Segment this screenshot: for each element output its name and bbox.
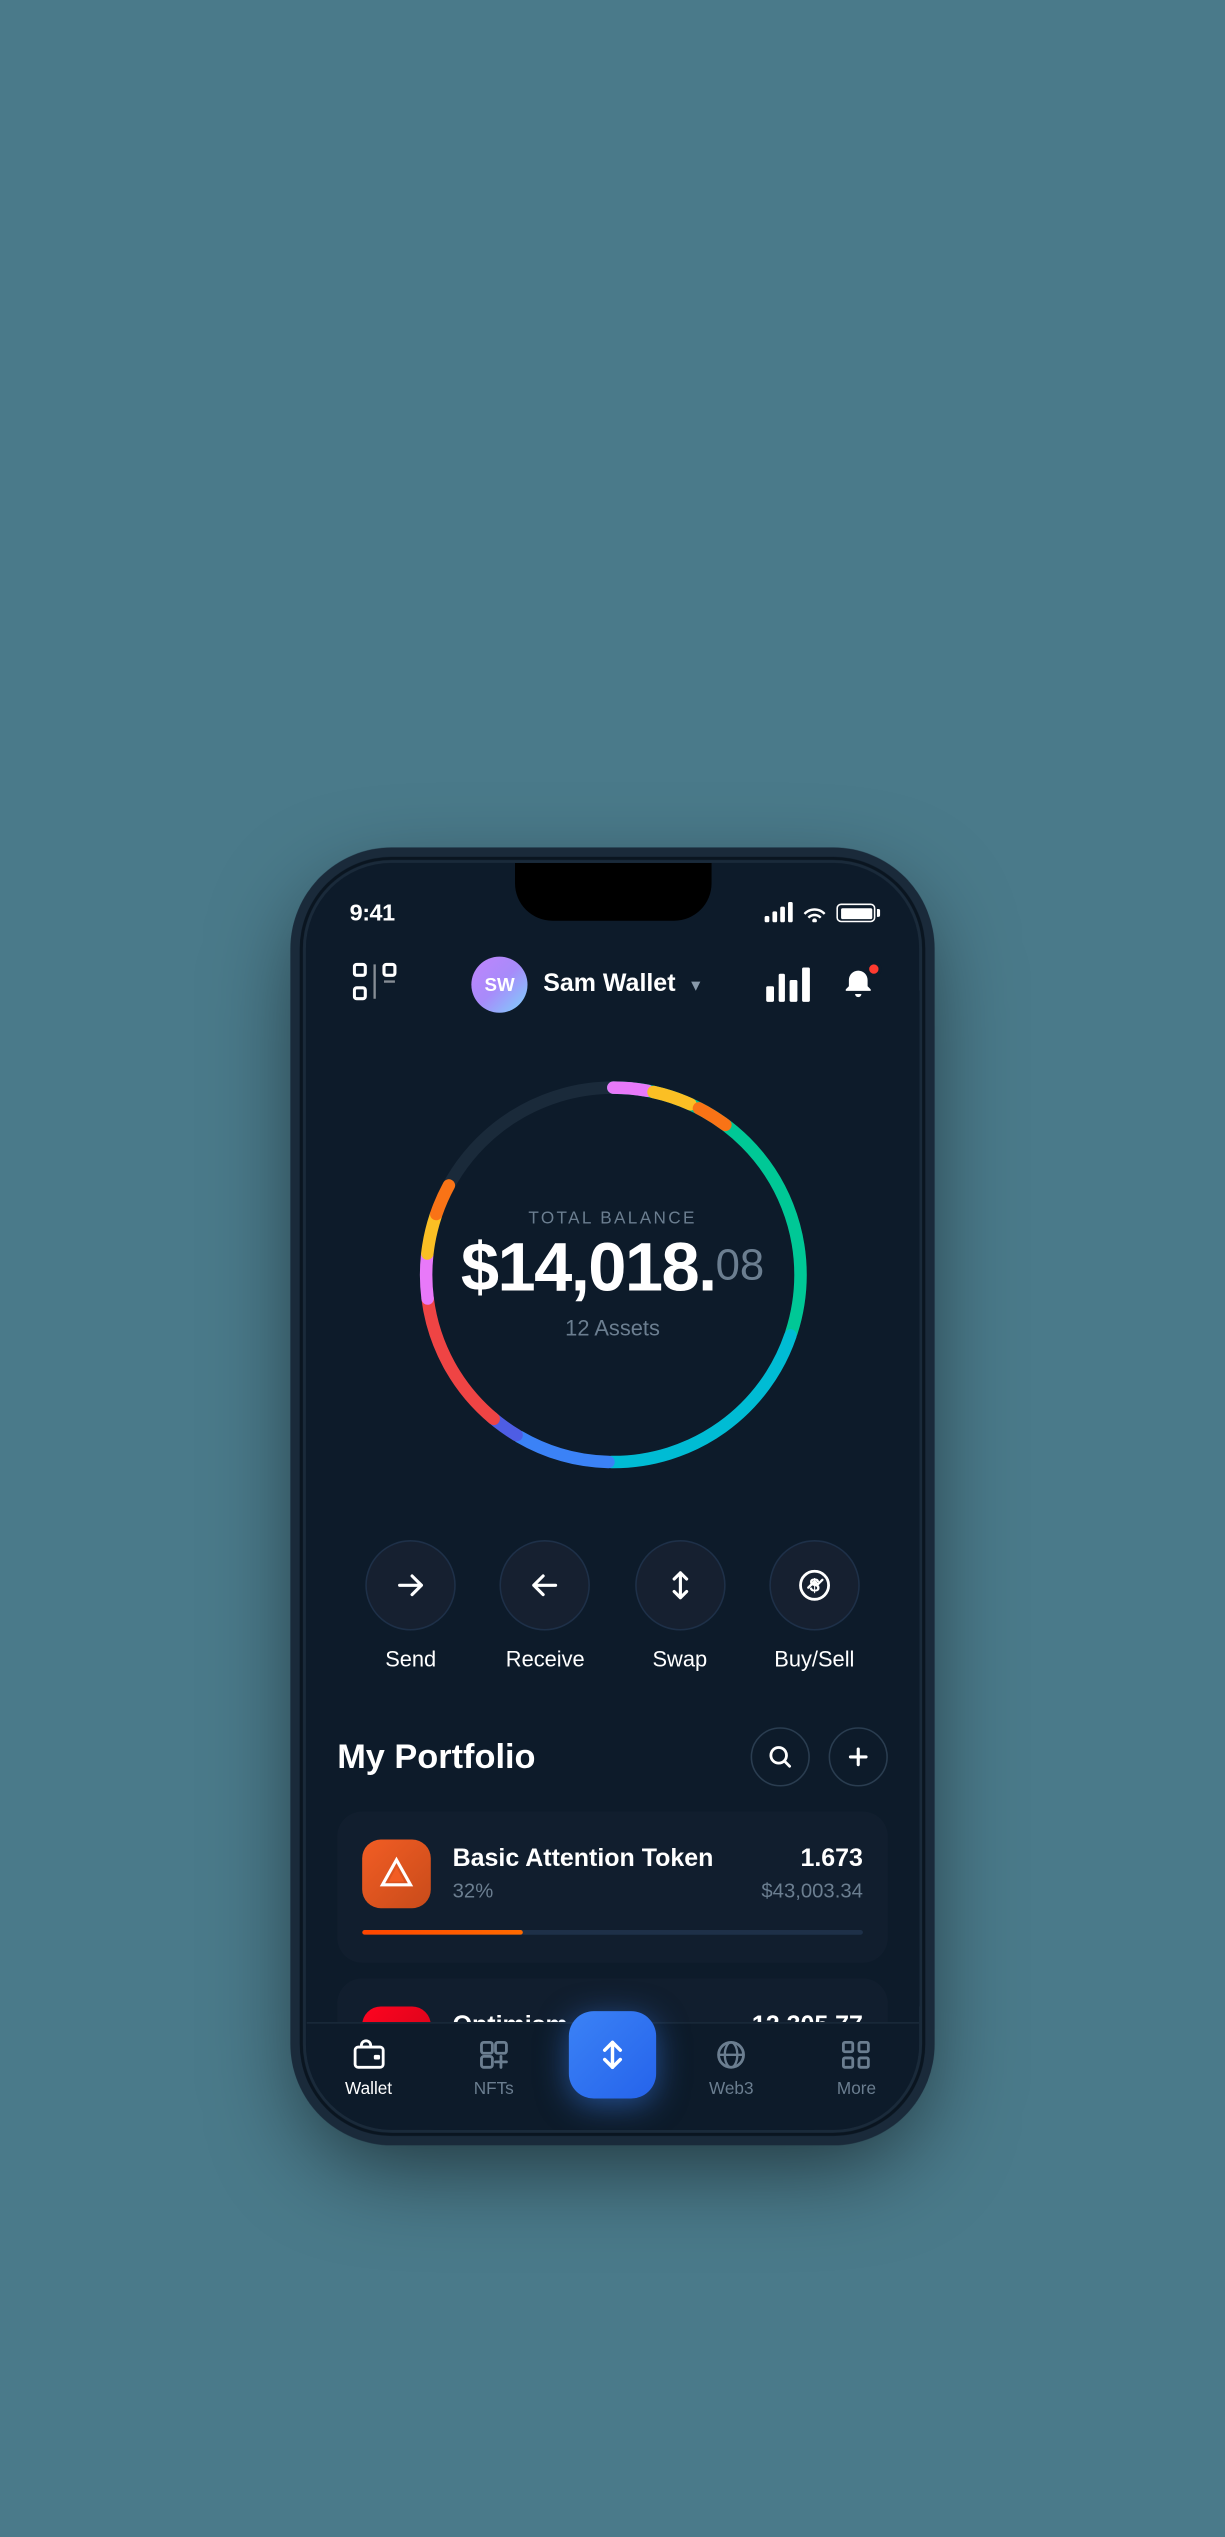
notification-dot: [866, 961, 882, 977]
header: SW Sam Wallet ▾: [306, 941, 919, 1041]
send-icon-circle: [365, 1540, 455, 1630]
portfolio-actions: [751, 1727, 888, 1786]
wallet-name: Sam Wallet: [543, 970, 675, 998]
bat-usd: $43,003.34: [761, 1878, 863, 1901]
nav-nfts[interactable]: NFTs: [431, 2036, 556, 2098]
nfts-nav-label: NFTs: [474, 2079, 514, 2098]
balance-cents: 08: [716, 1243, 765, 1287]
nav-wallet[interactable]: Wallet: [306, 2036, 431, 2098]
balance-section: TOTAL BALANCE $14,018. 08 12 Assets: [306, 1040, 919, 1539]
wallet-selector[interactable]: SW Sam Wallet ▾: [471, 956, 700, 1012]
search-icon: [768, 1744, 793, 1769]
receive-label: Receive: [506, 1646, 585, 1671]
wallet-avatar: SW: [471, 956, 527, 1012]
wifi-icon: [802, 903, 827, 922]
chart-button[interactable]: [766, 967, 810, 1001]
send-label: Send: [385, 1646, 436, 1671]
bat-values: 1.673 $43,003.34: [761, 1845, 863, 1901]
status-icons: [765, 903, 876, 922]
bat-name: Basic Attention Token: [453, 1845, 740, 1873]
scan-icon: [353, 958, 397, 1009]
web3-nav-label: Web3: [709, 2079, 754, 2098]
balance-content: TOTAL BALANCE $14,018. 08 12 Assets: [461, 1209, 764, 1340]
asset-card-top: Basic Attention Token 32% 1.673 $43,003.…: [362, 1839, 863, 1908]
bat-percent: 32%: [453, 1878, 740, 1901]
swap-arrows-icon: [663, 1568, 697, 1602]
chart-icon: [766, 967, 810, 1001]
chevron-down-icon: ▾: [691, 973, 700, 995]
bat-amount: 1.673: [761, 1845, 863, 1873]
asset-card-bat[interactable]: Basic Attention Token 32% 1.673 $43,003.…: [337, 1811, 888, 1962]
nav-more[interactable]: More: [794, 2036, 919, 2098]
wallet-nav-label: Wallet: [345, 2079, 392, 2098]
action-center-button[interactable]: [569, 2011, 656, 2098]
phone-frame: 9:41: [306, 863, 919, 2130]
battery-icon: [836, 903, 875, 922]
add-asset-button[interactable]: [829, 1727, 888, 1786]
balance-circle: TOTAL BALANCE $14,018. 08 12 Assets: [394, 1056, 831, 1493]
balance-main: $14,018.: [461, 1234, 716, 1303]
web3-nav-icon: [713, 2036, 750, 2073]
portfolio-title: My Portfolio: [337, 1736, 535, 1777]
swap-button[interactable]: Swap: [635, 1540, 725, 1671]
bat-asset-info: Basic Attention Token 32%: [453, 1845, 740, 1901]
more-nav-icon: [838, 2036, 875, 2073]
nav-center[interactable]: [569, 2036, 656, 2098]
send-button[interactable]: Send: [365, 1540, 455, 1671]
search-button[interactable]: [751, 1727, 810, 1786]
receive-arrow-icon: [528, 1568, 562, 1602]
notch: [514, 863, 711, 921]
phone-screen: 9:41: [306, 863, 919, 2130]
buysell-button[interactable]: $ Buy/Sell: [769, 1540, 859, 1671]
nfts-nav-icon: [475, 2036, 512, 2073]
arrows-up-down-icon: [592, 2034, 633, 2075]
signal-icon: [765, 903, 793, 922]
receive-button[interactable]: Receive: [500, 1540, 590, 1671]
action-buttons: Send Receive Swap: [306, 1540, 919, 1727]
send-arrow-icon: [394, 1568, 428, 1602]
wallet-nav-icon: [350, 2036, 387, 2073]
notification-button[interactable]: [835, 961, 882, 1008]
balance-amount: $14,018. 08: [461, 1234, 764, 1303]
assets-count: 12 Assets: [461, 1315, 764, 1340]
bottom-nav: Wallet NFTs: [306, 2022, 919, 2130]
scan-button[interactable]: [343, 953, 405, 1015]
bat-progress-bar: [362, 1930, 863, 1935]
header-right: [766, 961, 881, 1008]
plus-icon: [846, 1744, 871, 1769]
portfolio-header: My Portfolio: [337, 1727, 888, 1786]
status-time: 9:41: [350, 899, 395, 926]
more-nav-label: More: [837, 2079, 876, 2098]
bat-progress-fill: [362, 1930, 522, 1935]
balance-label: TOTAL BALANCE: [461, 1209, 764, 1228]
nav-web3[interactable]: Web3: [669, 2036, 794, 2098]
swap-label: Swap: [652, 1646, 707, 1671]
buysell-icon-circle: $: [769, 1540, 859, 1630]
bat-icon: [362, 1839, 431, 1908]
swap-icon-circle: [635, 1540, 725, 1630]
receive-icon-circle: [500, 1540, 590, 1630]
buysell-icon: $: [796, 1566, 833, 1603]
buysell-label: Buy/Sell: [774, 1646, 854, 1671]
